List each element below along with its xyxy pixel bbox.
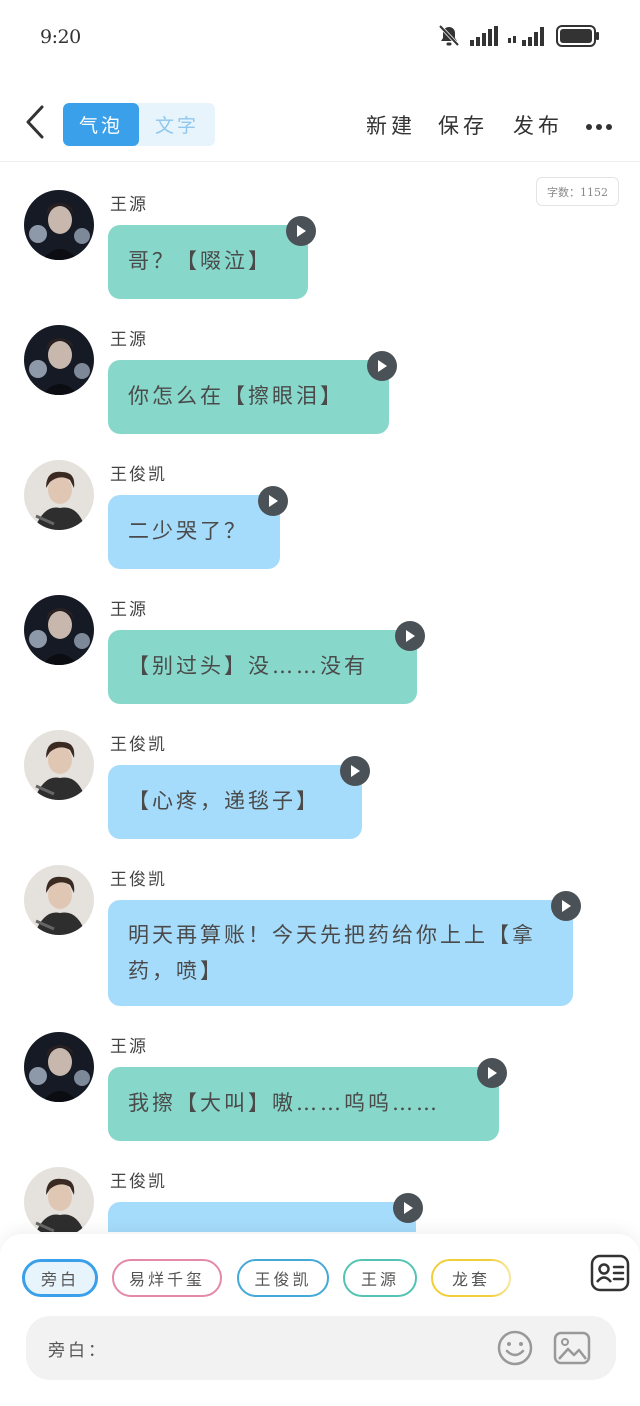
avatar[interactable] xyxy=(24,865,94,935)
battery-icon xyxy=(556,25,600,51)
publish-button[interactable]: 发布 xyxy=(513,110,563,140)
character-manager-button[interactable] xyxy=(589,1254,631,1296)
sender-name: 王俊凯 xyxy=(110,735,167,755)
message-bubble[interactable]: 我擦【大叫】嗷……呜呜…… xyxy=(108,1067,499,1141)
signal-icon xyxy=(508,26,546,50)
compose-panel: 旁白 易烊千玺 王俊凯 王源 龙套 旁白： xyxy=(0,1234,640,1406)
status-icons xyxy=(438,24,600,52)
play-icon[interactable] xyxy=(258,486,288,516)
mode-toggle: 气泡 文字 xyxy=(63,103,215,146)
avatar[interactable] xyxy=(24,1032,94,1102)
play-icon[interactable] xyxy=(551,891,581,921)
message-input[interactable]: 旁白： xyxy=(26,1316,616,1380)
top-toolbar: 气泡 文字 新建 保存 发布 xyxy=(0,90,640,162)
message-bubble[interactable]: 哥？【啜泣】 xyxy=(108,225,308,299)
tab-text[interactable]: 文字 xyxy=(139,103,215,146)
avatar[interactable] xyxy=(24,1167,94,1232)
status-time: 9:20 xyxy=(40,26,81,48)
avatar[interactable] xyxy=(24,460,94,530)
sender-name: 王俊凯 xyxy=(110,870,167,890)
character-chip[interactable]: 王源 xyxy=(343,1259,417,1297)
avatar[interactable] xyxy=(24,190,94,260)
play-icon[interactable] xyxy=(395,621,425,651)
signal-icon xyxy=(470,26,498,50)
character-chip-narrator[interactable]: 旁白 xyxy=(22,1259,98,1297)
chip-fade xyxy=(490,1252,590,1304)
smiley-icon xyxy=(496,1330,534,1371)
play-icon[interactable] xyxy=(340,756,370,786)
message-bubble[interactable]: 二少哭了？ xyxy=(108,495,280,569)
emoji-button[interactable] xyxy=(496,1329,534,1367)
bell-muted-icon xyxy=(438,24,460,52)
sender-name: 王源 xyxy=(110,330,148,350)
sender-name: 王源 xyxy=(110,195,148,215)
play-icon[interactable] xyxy=(286,216,316,246)
tab-bubble[interactable]: 气泡 xyxy=(63,103,139,146)
character-chip[interactable]: 易烊千玺 xyxy=(112,1259,222,1297)
contacts-icon xyxy=(590,1253,630,1297)
play-icon[interactable] xyxy=(477,1058,507,1088)
image-button[interactable] xyxy=(553,1329,591,1367)
chat-area[interactable]: 王源 哥？【啜泣】 王源 你怎么在【擦眼泪】 王俊凯 二少哭了？ 王源 【别过头 xyxy=(0,170,640,1232)
character-chip[interactable]: 王俊凯 xyxy=(237,1259,329,1297)
message-bubble[interactable]: 【别过头】没……没有 xyxy=(108,630,417,704)
more-button[interactable] xyxy=(584,110,614,140)
message-bubble[interactable] xyxy=(108,1202,416,1232)
input-speaker-label: 旁白： xyxy=(48,1341,108,1361)
avatar[interactable] xyxy=(24,325,94,395)
chevron-left-icon xyxy=(25,105,45,143)
message-bubble[interactable]: 明天再算账！今天先把药给你上上【拿药，喷】 xyxy=(108,900,573,1006)
sender-name: 王俊凯 xyxy=(110,1172,167,1192)
image-icon xyxy=(553,1331,591,1371)
avatar[interactable] xyxy=(24,730,94,800)
sender-name: 王源 xyxy=(110,1037,148,1057)
status-bar: 9:20 xyxy=(0,0,640,76)
back-button[interactable] xyxy=(18,104,52,144)
sender-name: 王俊凯 xyxy=(110,465,167,485)
sender-name: 王源 xyxy=(110,600,148,620)
message-bubble[interactable]: 你怎么在【擦眼泪】 xyxy=(108,360,389,434)
word-count-badge: 字数：1152 xyxy=(536,177,619,206)
avatar[interactable] xyxy=(24,595,94,665)
more-horizontal-icon xyxy=(585,116,613,135)
message-bubble[interactable]: 【心疼，递毯子】 xyxy=(108,765,362,839)
play-icon[interactable] xyxy=(367,351,397,381)
new-button[interactable]: 新建 xyxy=(366,110,416,140)
play-icon[interactable] xyxy=(393,1193,423,1223)
save-button[interactable]: 保存 xyxy=(438,110,488,140)
